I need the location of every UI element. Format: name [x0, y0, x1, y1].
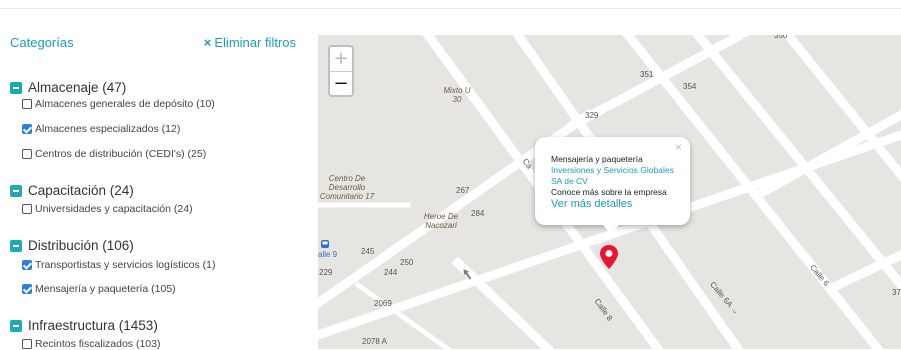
close-icon: × [203, 35, 212, 50]
filter-label: Centros de distribución (CEDI's) (25) [35, 148, 207, 160]
company-popup: × Mensajería y paquetería Inversiones y … [535, 137, 690, 225]
place-label: Mixto U 30 [443, 86, 471, 104]
category-filter-sidebar: Categorías × Eliminar filtros Almacenaje … [0, 0, 300, 350]
filter-recintos-fiscalizados[interactable]: Recintos fiscalizados (103) [22, 338, 160, 350]
popup-company-link[interactable]: Inversiones y Servicios Globales SA de C… [551, 165, 679, 187]
address-number: 351 [640, 70, 654, 79]
checkbox-checked[interactable] [22, 260, 32, 270]
popup-details-link[interactable]: Ver más detalles [551, 199, 679, 210]
category-label: Almacenaje (47) [28, 80, 127, 95]
filter-mensajeria[interactable]: Mensajería y paquetería (105) [22, 283, 176, 295]
address-number: 329 [585, 111, 599, 120]
sidebar-title: Categorías [10, 35, 74, 50]
category-distribucion[interactable]: Distribución (106) [10, 238, 134, 253]
address-number: 245 [361, 247, 375, 256]
filter-transportistas[interactable]: Transportistas y servicios logísticos (1… [22, 259, 216, 271]
place-label: Heroe De Nacozari [423, 212, 459, 230]
checkbox[interactable] [22, 99, 32, 109]
category-label: Infraestructura (1453) [28, 318, 158, 333]
address-number: 350 [774, 35, 788, 40]
collapse-icon[interactable] [10, 319, 22, 332]
filter-label: Almacenes especializados (12) [35, 123, 181, 135]
popup-close-button[interactable]: × [675, 140, 682, 154]
sidebar-header: Categorías × Eliminar filtros [10, 35, 296, 50]
popup-tip [602, 224, 620, 234]
address-number: 2078 A [362, 337, 387, 346]
filter-almacenes-generales[interactable]: Almacenes generales de depósito (10) [22, 98, 215, 110]
checkbox[interactable] [22, 339, 32, 349]
address-number: 354 [683, 82, 697, 91]
address-number: 267 [456, 186, 470, 195]
category-label: Distribución (106) [28, 238, 134, 253]
category-capacitacion[interactable]: Capacitación (24) [10, 183, 134, 198]
zoom-out-button[interactable]: − [330, 72, 352, 96]
checkbox-checked[interactable] [22, 284, 32, 294]
collapse-icon[interactable] [10, 239, 22, 252]
popup-category: Mensajería y paquetería [551, 154, 643, 164]
address-number: 2069 [374, 299, 392, 308]
one-way-arrow-icon [463, 269, 472, 280]
place-label: Centro De Desarrollo Comunitario 17 [319, 174, 375, 201]
filter-almacenes-especializados[interactable]: Almacenes especializados (12) [22, 123, 180, 135]
address-number: 250 [400, 258, 414, 267]
filter-label: Universidades y capacitación (24) [35, 203, 193, 215]
filter-label: Recintos fiscalizados (103) [35, 338, 161, 350]
address-number: 37 [892, 288, 901, 297]
zoom-control: + − [328, 45, 354, 97]
filter-label: Almacenes generales de depósito (10) [35, 98, 215, 110]
map-marker-icon[interactable] [599, 244, 619, 270]
category-infraestructura[interactable]: Infraestructura (1453) [10, 318, 158, 333]
collapse-icon[interactable] [10, 81, 22, 94]
bus-stop-icon [321, 240, 329, 248]
popup-info-text: Conoce más sobre la empresa [551, 187, 667, 197]
map-view[interactable]: + − 350 351 354 329 267 284 245 250 244 … [318, 35, 901, 349]
checkbox[interactable] [22, 149, 32, 159]
address-number: 284 [471, 209, 485, 218]
category-almacenaje[interactable]: Almacenaje (47) [10, 80, 126, 95]
address-number: 244 [384, 268, 398, 277]
collapse-icon[interactable] [10, 184, 22, 197]
filter-label: Transportistas y servicios logísticos (1… [35, 259, 216, 271]
checkbox-checked[interactable] [22, 124, 32, 134]
filter-centros-distribucion[interactable]: Centros de distribución (CEDI's) (25) [22, 148, 206, 160]
category-label: Capacitación (24) [28, 183, 134, 198]
clear-filters-label: Eliminar filtros [214, 35, 296, 50]
clear-filters-button[interactable]: × Eliminar filtros [204, 35, 296, 50]
filter-universidades[interactable]: Universidades y capacitación (24) [22, 203, 193, 215]
filter-label: Mensajería y paquetería (105) [35, 283, 176, 295]
checkbox[interactable] [22, 204, 32, 214]
zoom-in-button[interactable]: + [330, 47, 352, 72]
address-number: 229 [319, 268, 333, 277]
bus-stop-label: alle 9 [318, 250, 338, 259]
